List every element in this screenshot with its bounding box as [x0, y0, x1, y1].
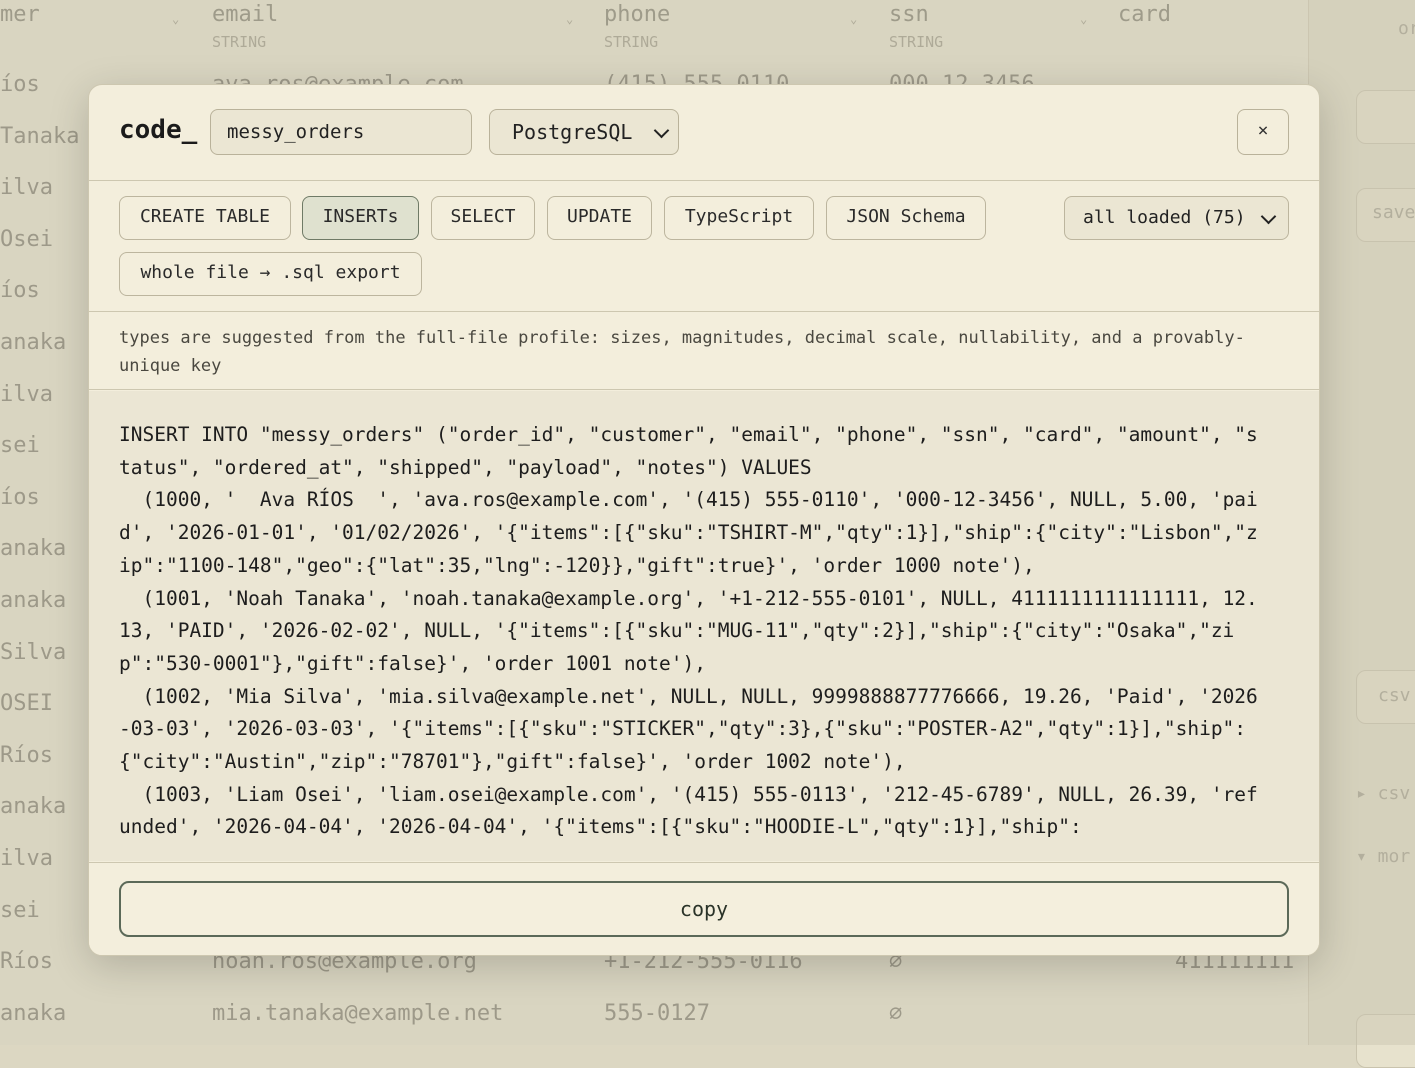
tab-select[interactable]: SELECT: [431, 196, 535, 240]
table-name-input[interactable]: [210, 109, 472, 155]
row-scope-value: all loaded (75): [1083, 207, 1246, 228]
tab-sql-export[interactable]: whole file → .sql export: [119, 252, 422, 296]
type-hint-note: types are suggested from the full-file p…: [89, 312, 1319, 390]
chevron-down-icon: [653, 122, 670, 139]
modal-footer: copy: [89, 862, 1319, 955]
code-text: INSERT INTO "messy_orders" ("order_id", …: [119, 423, 1258, 839]
tab-typescript[interactable]: TypeScript: [664, 196, 814, 240]
close-icon: ×: [1257, 120, 1269, 141]
tab-inserts[interactable]: INSERTs: [302, 196, 419, 240]
tab-update[interactable]: UPDATE: [547, 196, 652, 240]
code-output[interactable]: INSERT INTO "messy_orders" ("order_id", …: [89, 391, 1319, 861]
tab-json-schema[interactable]: JSON Schema: [826, 196, 986, 240]
close-button[interactable]: ×: [1237, 109, 1289, 155]
copy-button[interactable]: copy: [119, 881, 1289, 937]
output-tabs: CREATE TABLE INSERTs SELECT UPDATE TypeS…: [89, 181, 1319, 312]
dialect-select[interactable]: PostgreSQL: [489, 109, 679, 155]
modal-header: code_ PostgreSQL ×: [89, 85, 1319, 181]
app-logo: code_: [119, 115, 198, 145]
dialect-value: PostgreSQL: [512, 120, 633, 144]
chevron-down-icon: [1260, 208, 1277, 225]
row-scope-select[interactable]: all loaded (75): [1064, 196, 1289, 240]
tab-create-table[interactable]: CREATE TABLE: [119, 196, 291, 240]
code-modal: code_ PostgreSQL × CREATE TABLE INSERTs …: [88, 84, 1320, 956]
